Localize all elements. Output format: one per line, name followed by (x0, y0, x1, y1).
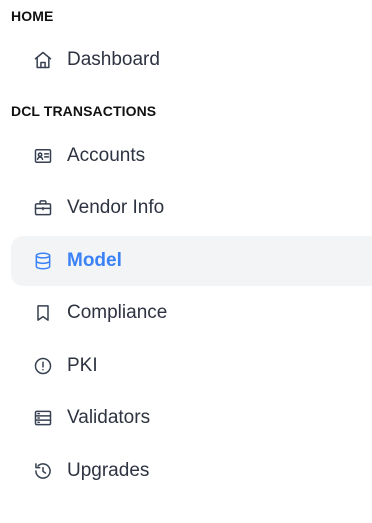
sidebar-item-pki[interactable]: PKI (11, 341, 372, 391)
sidebar-item-accounts[interactable]: Accounts (11, 131, 372, 181)
sidebar-item-model[interactable]: Model (11, 236, 372, 286)
sidebar-item-vendor-info[interactable]: Vendor Info (11, 183, 372, 233)
history-icon (33, 461, 53, 481)
sidebar-item-validators[interactable]: Validators (11, 393, 372, 443)
alert-circle-icon (33, 356, 53, 376)
section-heading-dcl-transactions: DCL TRANSACTIONS (11, 103, 157, 119)
sidebar-item-label: Vendor Info (67, 197, 165, 218)
sidebar-item-label: Compliance (67, 302, 168, 323)
sidebar-nav: HOME Dashboard DCL TRANSACTIONS Accounts (0, 0, 372, 523)
server-icon (33, 408, 53, 428)
bookmark-icon (33, 303, 53, 323)
sidebar-item-label: Validators (67, 407, 151, 428)
briefcase-icon (33, 198, 53, 218)
database-icon (33, 251, 53, 271)
sidebar-item-label: Model (67, 250, 122, 271)
sidebar-item-upgrades[interactable]: Upgrades (11, 446, 372, 496)
id-card-icon (33, 146, 53, 166)
sidebar-item-label: Accounts (67, 145, 146, 166)
sidebar-item-label: PKI (67, 355, 98, 376)
sidebar-item-label: Upgrades (67, 460, 150, 481)
section-heading-home: HOME (11, 8, 54, 24)
home-icon (33, 50, 53, 70)
sidebar-item-label: Dashboard (67, 49, 160, 70)
sidebar-item-dashboard[interactable]: Dashboard (11, 35, 372, 85)
sidebar-item-compliance[interactable]: Compliance (11, 288, 372, 338)
